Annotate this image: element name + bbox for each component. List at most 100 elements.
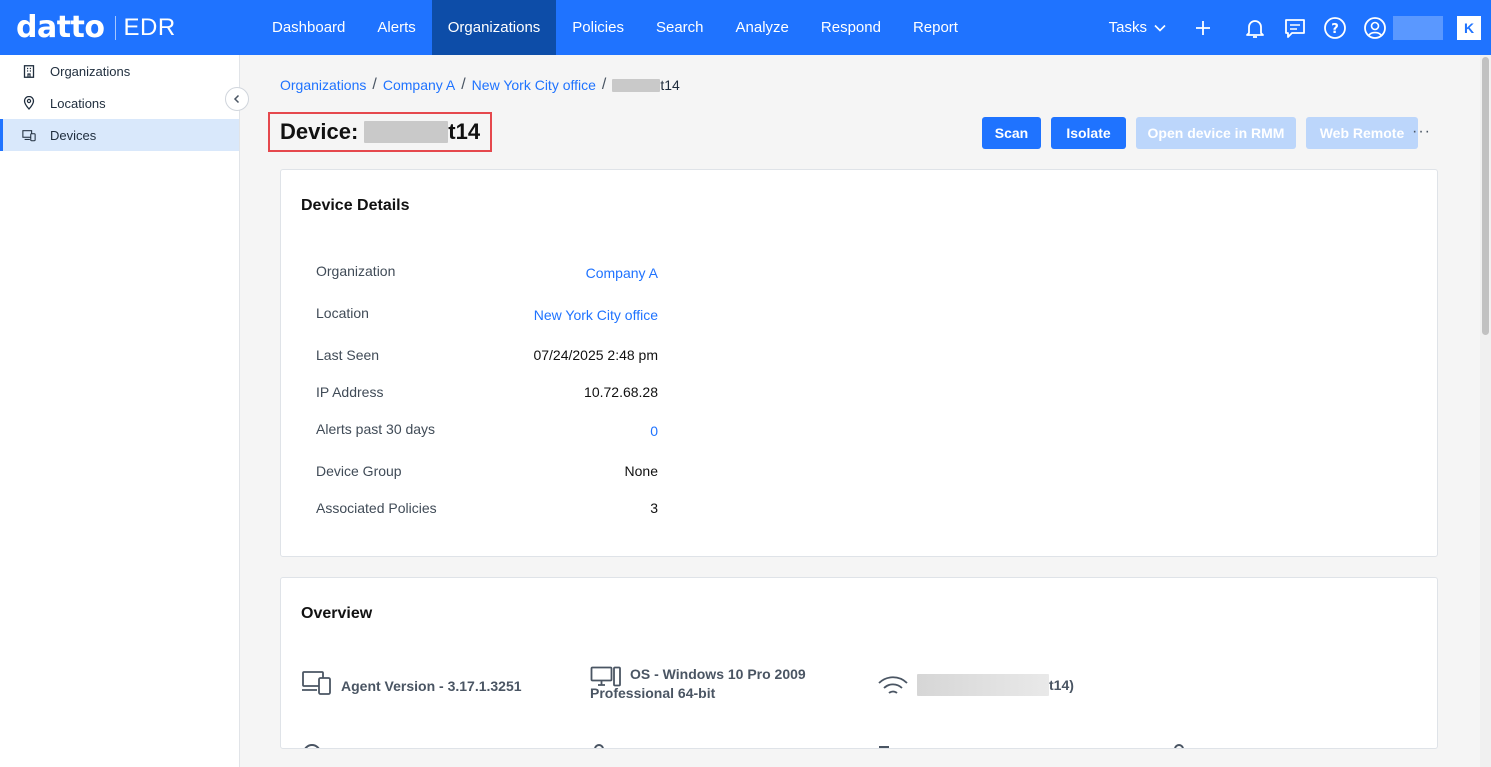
nav-report[interactable]: Report <box>897 0 974 55</box>
building-icon <box>22 64 36 78</box>
detail-row-ip-address: IP Address 10.72.68.28 <box>316 384 658 400</box>
location-link[interactable]: New York City office <box>534 307 658 323</box>
logo-divider <box>114 15 116 40</box>
redacted-text <box>917 674 1049 696</box>
breadcrumb-current-suffix: t14 <box>660 77 680 93</box>
card-title: Overview <box>301 605 373 622</box>
detail-row-location: Location New York City office <box>316 305 658 323</box>
detail-value: 07/24/2025 2:48 pm <box>533 347 658 363</box>
nav-respond[interactable]: Respond <box>805 0 897 55</box>
sidebar-item-label: Locations <box>50 95 106 111</box>
agent-version-item: Agent Version - 3.17.1.3251 <box>301 671 522 696</box>
detail-label: Alerts past 30 days <box>316 421 436 437</box>
organization-link[interactable]: Company A <box>586 265 658 281</box>
nav-policies[interactable]: Policies <box>556 0 640 55</box>
device-details-card: Device Details Organization Company A Lo… <box>280 169 1438 557</box>
breadcrumb-location[interactable]: New York City office <box>472 77 596 93</box>
web-remote-button[interactable]: Web Remote <box>1306 117 1418 149</box>
page-scrollbar[interactable] <box>1480 55 1491 767</box>
svg-text:?: ? <box>1331 22 1339 37</box>
tasks-dropdown[interactable]: Tasks <box>1109 19 1167 36</box>
scan-button[interactable]: Scan <box>982 117 1041 149</box>
os-line-1: OS - Windows 10 Pro 2009 <box>630 666 806 682</box>
overview-card: Overview Agent Version - 3.17.1.3251 OS … <box>280 577 1438 749</box>
os-item: OS - Windows 10 Pro 2009 Professional 64… <box>590 666 806 701</box>
product-name: EDR <box>123 13 176 41</box>
sidebar-item-label: Organizations <box>50 63 131 79</box>
chat-icon[interactable] <box>1281 14 1309 42</box>
plus-icon[interactable] <box>1189 14 1217 42</box>
detail-value: 3 <box>650 500 658 516</box>
isolate-button[interactable]: Isolate <box>1051 117 1126 149</box>
breadcrumb-current-device: t14 <box>612 77 680 93</box>
sidebar-item-locations[interactable]: Locations <box>0 87 239 119</box>
map-pin-icon <box>22 96 36 110</box>
tasks-label: Tasks <box>1108 19 1147 36</box>
top-navbar: datto EDR Dashboard Alerts Organizations… <box>0 0 1491 55</box>
top-right-tools: Tasks ? K <box>1109 0 1491 55</box>
help-icon[interactable]: ? <box>1321 14 1349 42</box>
kaseya-k-icon[interactable]: K <box>1457 15 1481 40</box>
detail-label: Organization <box>316 263 396 279</box>
os-block: OS - Windows 10 Pro 2009 Professional 64… <box>590 666 806 701</box>
nav-search[interactable]: Search <box>640 0 720 55</box>
collapse-sidebar-button[interactable] <box>225 87 249 111</box>
chevron-down-icon <box>1154 24 1166 32</box>
network-name-suffix: t14) <box>1049 677 1074 693</box>
sidebar-item-organizations[interactable]: Organizations <box>0 55 239 87</box>
chevron-left-icon <box>233 94 240 104</box>
network-item: t14) <box>877 674 1074 698</box>
nav-organizations[interactable]: Organizations <box>431 0 557 55</box>
bell-icon[interactable] <box>1241 14 1269 42</box>
nav-dashboard[interactable]: Dashboard <box>256 0 361 55</box>
page-title-highlight: Device: t14 <box>268 112 493 152</box>
detail-row-last-seen: Last Seen 07/24/2025 2:48 pm <box>316 347 658 363</box>
breadcrumb-separator: / <box>372 76 377 93</box>
scrollbar-thumb[interactable] <box>1482 57 1489 335</box>
more-options-button[interactable]: ··· <box>1412 123 1431 141</box>
detail-value: 10.72.68.28 <box>584 384 658 400</box>
detail-label: Location <box>316 305 369 321</box>
redacted-text <box>364 121 449 143</box>
breadcrumb-organizations[interactable]: Organizations <box>280 77 366 93</box>
sidebar: Organizations Locations Devices <box>0 55 240 767</box>
page-title: Device: t14 <box>280 119 480 145</box>
user-avatar-icon[interactable] <box>1361 14 1389 42</box>
page-title-suffix: t14 <box>448 119 481 144</box>
sidebar-item-devices[interactable]: Devices <box>0 119 239 151</box>
breadcrumb-separator: / <box>601 76 607 93</box>
brand-name: datto <box>16 10 105 45</box>
os-line-2: Professional 64-bit <box>590 685 716 701</box>
main-nav: Dashboard Alerts Organizations Policies … <box>256 0 974 55</box>
next-row-icon <box>879 746 889 748</box>
agent-version-text: Agent Version - 3.17.1.3251 <box>341 678 522 694</box>
main-content: Organizations / Company A / New York Cit… <box>240 55 1480 767</box>
detail-label: Associated Policies <box>316 500 437 516</box>
open-in-rmm-button[interactable]: Open device in RMM <box>1136 117 1296 149</box>
detail-label: IP Address <box>316 384 384 400</box>
next-row-icon <box>1174 744 1184 748</box>
alerts-count-link[interactable]: 0 <box>650 423 658 439</box>
nav-alerts[interactable]: Alerts <box>361 0 431 55</box>
devices-icon <box>302 671 331 695</box>
redacted-text <box>612 78 661 92</box>
next-row-icon <box>594 744 604 748</box>
wifi-icon <box>878 676 908 694</box>
detail-row-policies: Associated Policies 3 <box>316 500 658 516</box>
user-name-redacted[interactable] <box>1393 15 1443 40</box>
next-row-icon <box>303 744 321 748</box>
detail-row-alerts: Alerts past 30 days 0 <box>316 421 658 439</box>
sidebar-item-label: Devices <box>50 127 97 143</box>
card-title: Device Details <box>301 197 410 214</box>
datto-edr-logo[interactable]: datto EDR <box>0 0 256 55</box>
detail-value: None <box>624 463 658 479</box>
detail-row-organization: Organization Company A <box>316 263 658 281</box>
devices-icon <box>22 128 36 142</box>
breadcrumb-company[interactable]: Company A <box>383 77 455 93</box>
device-actions: Scan Isolate Open device in RMM Web Remo… <box>982 117 1418 149</box>
detail-row-device-group: Device Group None <box>316 463 658 479</box>
page-title-prefix: Device: <box>280 119 359 144</box>
detail-label: Last Seen <box>316 347 380 363</box>
nav-analyze[interactable]: Analyze <box>720 0 805 55</box>
breadcrumb-separator: / <box>461 76 466 93</box>
